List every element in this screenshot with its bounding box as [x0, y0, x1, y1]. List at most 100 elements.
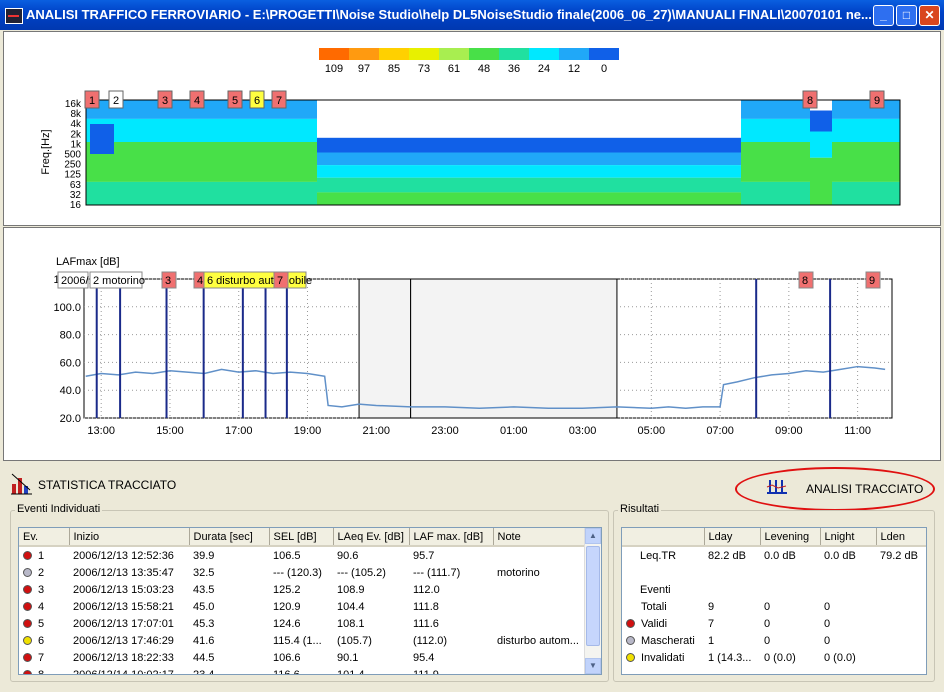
legend-swatch [499, 48, 529, 60]
eventi-row[interactable]: 8 2006/12/14 10:02:17 23.4 116.6 101.4 111.9 [19, 666, 585, 675]
minimize-button[interactable]: _ [873, 5, 894, 26]
eventi-table[interactable]: Ev. Inizio Durata [sec] SEL [dB] LAeq Ev. [d… [18, 527, 602, 675]
risultati-cell-label: Invalidati [622, 649, 704, 666]
eventi-cell-ev: 8 [19, 666, 69, 674]
eventi-cell-note: motorino [497, 566, 540, 579]
event-marker-5: 5 [227, 90, 243, 109]
status-dot-icon [23, 619, 32, 629]
event-marker-9: 9 [869, 90, 885, 109]
x-tick-label: 03:00 [569, 425, 597, 437]
eventi-cell-ev: 4 [19, 598, 69, 615]
eventi-row[interactable]: 2 2006/12/13 13:35:47 32.5 --- (120.3) --- (… [19, 564, 585, 581]
risultati-row: Invalidati 1 (14.3... 0 (0.0) 0 (0.0) [622, 649, 926, 666]
risultati-cell-c3: 0 [824, 600, 831, 613]
legend-swatch [349, 48, 379, 60]
risultati-column-header: Lday [704, 528, 761, 547]
scroll-up-icon[interactable]: ▲ [585, 528, 601, 544]
title-bar: ANALISI TRAFFICO FERROVIARIO - E:\PROGET… [0, 0, 944, 30]
risultati-cell-label: Leq.TR [622, 546, 704, 564]
spectrum-band [741, 142, 810, 182]
risultati-row: Validi 7 0 0 [622, 615, 926, 632]
x-tick-label: 09:00 [775, 425, 803, 437]
spectrum-band [810, 110, 832, 132]
eventi-cell-ev: 2 [19, 564, 69, 581]
eventi-row[interactable]: 7 2006/12/13 18:22:33 44.5 106.6 90.1 95.4 [19, 649, 585, 666]
event-marker-label: 4 [194, 95, 200, 107]
risultati-cell-c4 [876, 598, 926, 615]
eventi-column-header[interactable]: LAeq Ev. [dB] [333, 528, 410, 547]
eventi-cell-laeq: (105.7) [337, 634, 372, 647]
eventi-row[interactable]: 5 2006/12/13 17:07:01 45.3 124.6 108.1 111.6 [19, 615, 585, 632]
eventi-row[interactable]: 6 2006/12/13 17:46:29 41.6 115.4 (1... (105.… [19, 632, 585, 649]
eventi-column-header[interactable]: LAF max. [dB] [409, 528, 494, 547]
eventi-scrollbar[interactable]: ▲ ▼ [584, 528, 601, 674]
eventi-column-header[interactable]: SEL [dB] [269, 528, 334, 547]
eventi-row[interactable]: 4 2006/12/13 15:58:21 45.0 120.9 104.4 111.8 [19, 598, 585, 615]
spectrogram-chart[interactable]: 109 97 85 73 61 48 36 24 12 016k8k4k2k1k500250125… [4, 32, 940, 225]
risultati-cell-c3 [820, 581, 876, 598]
eventi-cell-note: disturbo autom... [497, 634, 579, 647]
laf-panel: LAFmax [dB]120.0100.080.060.040.020.013:… [3, 227, 941, 461]
eventi-cell-sel: 124.6 [273, 617, 301, 630]
spectrum-band [86, 181, 317, 205]
eventi-cell-sel: --- (120.3) [273, 566, 322, 579]
spectrum-band [832, 118, 900, 142]
risultati-cell-c2: 0 (0.0) [764, 651, 796, 664]
eventi-column-header[interactable]: Note [493, 528, 586, 547]
event-number: 1 [38, 549, 45, 562]
status-dot-icon [23, 636, 32, 646]
eventi-cell-sel: 116.6 [273, 668, 300, 675]
x-tick-label: 01:00 [500, 425, 528, 437]
risultati-row-label: Totali [641, 600, 667, 613]
event-number: 4 [38, 600, 45, 613]
risultati-column-header: Levening [760, 528, 821, 547]
scroll-thumb[interactable] [586, 546, 600, 646]
lafmax-chart[interactable]: LAFmax [dB]120.0100.080.060.040.020.013:… [4, 228, 940, 460]
risultati-cell-c1 [704, 581, 760, 598]
eventi-row[interactable]: 1 2006/12/13 12:52:36 39.9 106.5 90.6 95.7 [19, 546, 585, 564]
risultati-row: Totali 9 0 0 [622, 598, 926, 615]
spectrum-band [317, 177, 741, 193]
risultati-column-header: Lnight [820, 528, 877, 547]
y-tick-label: 60.0 [60, 357, 81, 369]
eventi-column-header[interactable]: Ev. [19, 528, 70, 547]
eventi-cell-inizio: 2006/12/13 15:03:23 [73, 583, 174, 596]
eventi-cell-note [493, 666, 585, 674]
scroll-down-icon[interactable]: ▼ [585, 658, 601, 674]
eventi-cell-durata: 23.4 [193, 668, 215, 675]
eventi-cell-laeq: 90.1 [337, 651, 359, 664]
risultati-cell-c1: 9 [708, 600, 715, 613]
risultati-cell-c1: 7 [708, 617, 715, 630]
risultati-cell-label: Mascherati [622, 632, 704, 649]
eventi-cell-inizio: 2006/12/13 17:07:01 [73, 617, 174, 630]
eventi-header-row: Ev. Inizio Durata [sec] SEL [dB] LAeq Ev. [d… [19, 528, 586, 547]
event-number: 7 [38, 651, 45, 664]
x-tick-label: 05:00 [638, 425, 666, 437]
x-tick-label: 17:00 [225, 425, 253, 437]
event-marker-1: 1 [84, 90, 100, 109]
event-marker-4: 4 [189, 90, 205, 109]
eventi-cell-note [493, 598, 585, 615]
legend-label: 61 [448, 63, 460, 75]
eventi-cell-durata: 44.5 [193, 651, 215, 664]
eventi-cell-lafmax: 111.8 [413, 600, 439, 613]
event-marker-2: 2 [108, 90, 124, 109]
close-button[interactable]: ✕ [919, 5, 940, 26]
eventi-column-header[interactable]: Durata [sec] [189, 528, 270, 547]
eventi-cell-sel: 106.5 [273, 549, 301, 562]
eventi-cell-ev: 3 [19, 581, 69, 598]
eventi-column-header[interactable]: Inizio [69, 528, 190, 547]
statistica-label: STATISTICA TRACCIATO [38, 478, 177, 492]
spectrum-band [832, 142, 900, 182]
risultati-cell-label: Totali [622, 598, 704, 615]
legend-label: 85 [388, 63, 400, 75]
eventi-cell-inizio: 2006/12/13 17:46:29 [73, 634, 174, 647]
eventi-cell-durata: 45.3 [193, 617, 215, 630]
eventi-row[interactable]: 3 2006/12/13 15:03:23 43.5 125.2 108.9 112.0 [19, 581, 585, 598]
status-dot-icon [23, 670, 32, 674]
maximize-button[interactable]: □ [896, 5, 917, 26]
risultati-cell-c1: 1 [708, 634, 715, 647]
chart-title: LAFmax [dB] [56, 256, 120, 268]
spectrum-band [317, 192, 741, 205]
legend-label: 0 [601, 63, 607, 75]
